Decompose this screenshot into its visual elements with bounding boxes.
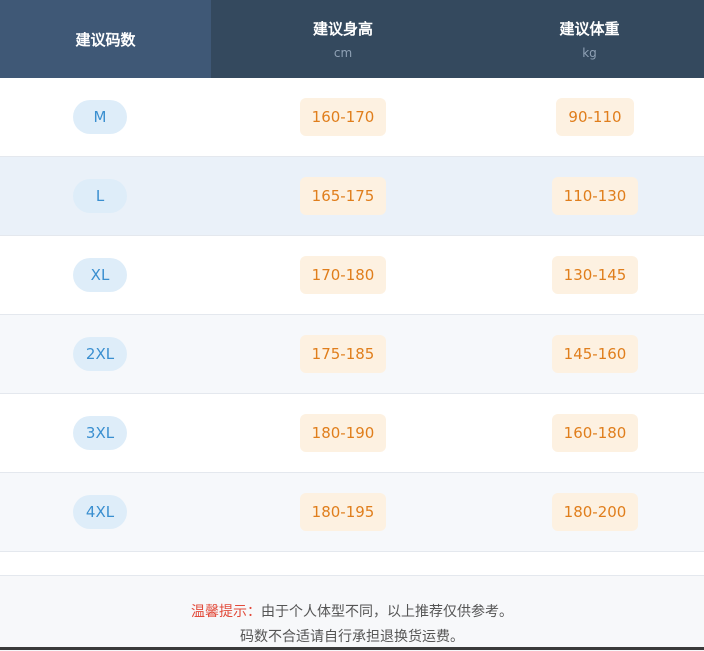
size-cell: XL [0,236,200,314]
height-cell: 175-185 [200,315,486,393]
weight-value: 180-200 [551,493,639,531]
size-badge: L [73,179,127,213]
height-value: 180-190 [299,414,387,452]
weight-value: 130-145 [551,256,639,294]
table-row: 4XL 180-195 180-200 [0,473,704,552]
height-cell: 165-175 [200,157,486,235]
weight-cell: 90-110 [486,78,704,156]
size-cell: M [0,78,200,156]
table-row: M 160-170 90-110 [0,78,704,157]
table-row: L 165-175 110-130 [0,157,704,236]
size-cell: L [0,157,200,235]
size-badge: 2XL [73,337,127,371]
weight-cell: 180-200 [486,473,704,551]
weight-cell: 160-180 [486,394,704,472]
header-weight: 建议体重 kg [475,0,704,78]
height-value: 160-170 [299,98,387,136]
size-cell: 2XL [0,315,200,393]
size-badge: XL [73,258,127,292]
height-value: 180-195 [299,493,387,531]
tip-text-1: 由于个人体型不同，以上推荐仅供参考。 [261,604,513,620]
weight-value: 90-110 [556,98,634,136]
height-cell: 180-190 [200,394,486,472]
size-table: M 160-170 90-110 L 165-175 110-130 XL 17… [0,78,704,552]
header-weight-label: 建议体重 [559,20,620,38]
height-value: 175-185 [299,335,387,373]
weight-cell: 130-145 [486,236,704,314]
weight-value: 160-180 [551,414,639,452]
tip-line-1: 温馨提示：由于个人体型不同，以上推荐仅供参考。 [0,601,704,621]
height-value: 165-175 [299,177,387,215]
weight-value: 145-160 [551,335,639,373]
table-header: 建议码数 建议身高 cm 建议体重 kg [0,0,704,78]
header-weight-unit: kg [582,46,597,60]
tip-label: 温馨提示： [191,604,261,620]
height-cell: 160-170 [200,78,486,156]
table-row: 2XL 175-185 145-160 [0,315,704,394]
table-row: XL 170-180 130-145 [0,236,704,315]
height-value: 170-180 [299,256,387,294]
table-row: 3XL 180-190 160-180 [0,394,704,473]
weight-cell: 145-160 [486,315,704,393]
header-height: 建议身高 cm [211,0,475,78]
weight-value: 110-130 [551,177,639,215]
header-height-unit: cm [333,46,353,60]
header-size-label: 建议码数 [75,30,136,49]
size-badge: M [73,100,127,134]
header-size: 建议码数 [0,0,211,78]
tip-line-2: 码数不合适请自行承担退换货运费。 [240,629,464,645]
tip-footer: 温馨提示：由于个人体型不同，以上推荐仅供参考。 码数不合适请自行承担退换货运费。 [0,575,704,651]
size-badge: 4XL [73,495,127,529]
size-badge: 3XL [73,416,127,450]
size-cell: 4XL [0,473,200,551]
height-cell: 180-195 [200,473,486,551]
size-cell: 3XL [0,394,200,472]
weight-cell: 110-130 [486,157,704,235]
header-height-label: 建议身高 [312,20,373,38]
height-cell: 170-180 [200,236,486,314]
